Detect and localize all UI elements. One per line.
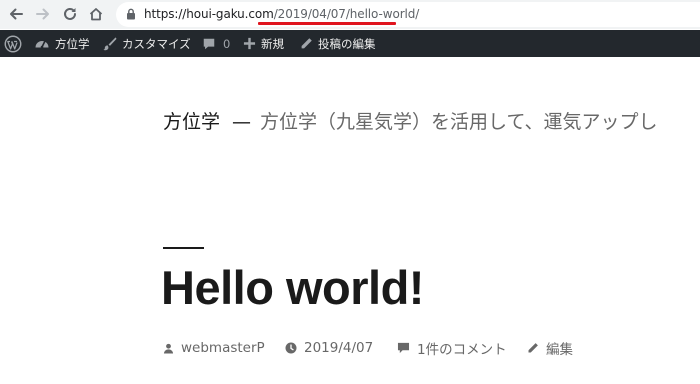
post-comments-link[interactable]: 1件のコメント <box>397 338 507 358</box>
dashboard-icon <box>35 40 49 48</box>
address-bar[interactable]: https://houi-gaku.com/2019/04/07/hello-w… <box>116 2 700 27</box>
wordpress-logo-icon <box>4 35 22 52</box>
post-edit-text: 編集 <box>546 342 573 358</box>
post-author[interactable]: webmasterP <box>163 338 265 358</box>
url-host: https://houi-gaku.com <box>144 7 274 21</box>
comment-icon <box>397 342 410 354</box>
comment-bubble-icon <box>203 38 215 49</box>
paintbrush-icon <box>103 37 117 51</box>
admin-bar-edit-post[interactable]: 投稿の編集 <box>300 30 376 57</box>
admin-bar-comments-count: 0 <box>223 36 231 51</box>
browser-toolbar: https://houi-gaku.com/2019/04/07/hello-w… <box>0 0 700 29</box>
admin-bar-new-content[interactable]: 新規 <box>243 30 284 57</box>
post-comments-text: 1件のコメント <box>417 342 507 358</box>
plus-icon <box>243 37 256 50</box>
post-title-rule <box>163 247 204 249</box>
home-button[interactable] <box>85 3 107 25</box>
admin-bar-customize-label: カスタマイズ <box>122 36 191 51</box>
post-title: Hello world! <box>161 261 424 314</box>
forward-button[interactable] <box>32 3 54 25</box>
edit-pencil-icon <box>528 343 538 353</box>
admin-bar-comments[interactable]: 0 <box>202 30 230 57</box>
reload-icon <box>64 7 76 20</box>
post-date[interactable]: 2019/4/07 <box>285 338 373 358</box>
admin-bar-new-label: 新規 <box>261 36 284 51</box>
admin-bar-edit-post-label: 投稿の編集 <box>318 36 376 51</box>
back-arrow-icon <box>10 8 23 20</box>
site-header: 方位学 — 方位学（九星気学）を活用して、運気アップし <box>163 109 658 135</box>
author-icon <box>163 343 174 354</box>
admin-bar-site-name[interactable]: 方位学 <box>34 30 90 57</box>
back-button[interactable] <box>5 3 27 25</box>
wp-logo-menu[interactable] <box>4 30 27 57</box>
home-icon <box>89 8 103 21</box>
admin-bar-site-name-label: 方位学 <box>55 36 90 51</box>
url-path-highlight <box>258 22 396 25</box>
wp-admin-bar: 方位学 カスタマイズ 0 新規 投稿の編集 <box>0 30 700 57</box>
post-edit-link[interactable]: 編集 <box>527 338 573 358</box>
post-author-name: webmasterP <box>181 340 265 356</box>
clock-icon <box>285 342 297 354</box>
url-text: https://houi-gaku.com/2019/04/07/hello-w… <box>144 7 419 22</box>
forward-arrow-icon <box>36 8 49 20</box>
post-date-text: 2019/4/07 <box>304 340 374 356</box>
lock-icon <box>127 8 135 20</box>
pencil-icon <box>301 38 312 49</box>
url-path: /2019/04/07/hello-world/ <box>273 7 420 21</box>
page-frame: https://houi-gaku.com/2019/04/07/hello-w… <box>0 0 700 384</box>
site-description: 方位学（九星気学）を活用して、運気アップし <box>260 111 658 133</box>
site-title-separator: — <box>232 111 252 133</box>
reload-button[interactable] <box>59 3 81 25</box>
site-title[interactable]: 方位学 <box>163 111 220 133</box>
admin-bar-customize[interactable]: カスタマイズ <box>102 30 191 57</box>
